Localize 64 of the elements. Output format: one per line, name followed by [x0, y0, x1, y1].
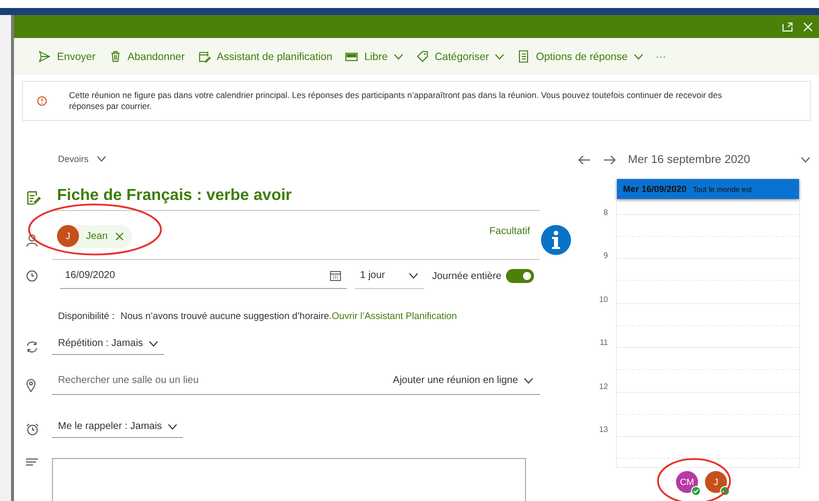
all-day-label: Journée entière — [432, 270, 502, 282]
notepad-edit-icon — [26, 190, 41, 204]
hour-label: 12 — [599, 382, 608, 391]
info-icon[interactable] — [541, 225, 571, 255]
person-icon — [26, 234, 38, 247]
chevron-down-icon — [96, 156, 106, 162]
alarm-clock-icon — [26, 423, 39, 436]
optional-link[interactable]: Facultatif — [489, 220, 530, 236]
hour-label: 8 — [604, 208, 608, 217]
chevron-down-icon — [801, 157, 810, 163]
title-field[interactable]: Fiche de Français : verbe avoir — [52, 184, 540, 210]
chevron-down-icon — [168, 424, 177, 430]
toolbar-button[interactable]: ··· — [656, 50, 666, 62]
toolbar-button[interactable]: Options de réponse — [516, 50, 643, 63]
tag-icon — [416, 50, 429, 63]
next-arrow-icon[interactable] — [603, 155, 616, 165]
toolbar-button[interactable]: Libre — [345, 50, 403, 63]
date-field[interactable]: 16/09/2020 — [60, 264, 347, 288]
available-check-icon — [691, 486, 701, 496]
duration-dropdown[interactable]: 1 jour — [355, 264, 424, 288]
availability-label: Disponibilité : — [58, 311, 114, 322]
all-day-toggle[interactable] — [506, 269, 534, 283]
popout-icon[interactable] — [782, 22, 793, 32]
attendee-chip[interactable]: J Jean — [57, 224, 132, 248]
calendar-dropdown[interactable]: Devoirs — [58, 154, 106, 164]
previous-arrow-icon[interactable] — [578, 155, 591, 165]
close-icon[interactable] — [803, 22, 813, 32]
hour-label: 13 — [599, 424, 608, 434]
online-meeting-dropdown[interactable]: Ajouter une réunion en ligne — [392, 375, 533, 386]
repeat-icon — [26, 340, 38, 352]
remove-icon[interactable] — [114, 232, 124, 240]
chevron-down-icon — [634, 54, 643, 60]
list-options-icon — [516, 50, 530, 63]
hour-label: 11 — [600, 338, 608, 348]
notice-text: Cette réunion ne figure pas dans votre calendrier principal. Les réponses des participants n’apparaîtront pas dans la réunion. Vous pouvez toutefois continuer de recevoir des réponses par courrier. — [69, 90, 724, 112]
toolbar-button[interactable]: Abandonner — [108, 50, 185, 63]
attendee-name: Jean — [86, 230, 108, 242]
trash-icon — [108, 50, 122, 63]
send-icon — [38, 50, 51, 63]
location-pin-icon — [26, 378, 36, 392]
chevron-down-icon — [524, 378, 533, 384]
clock-icon — [26, 270, 38, 282]
availability-message: Nous n’avons trouvé aucune suggestion d’horaire.Ouvrir l’Assistant Planification — [120, 311, 457, 322]
chevron-down-icon — [409, 272, 418, 278]
reminder-dropdown[interactable]: Me le rappeler : Jamais — [52, 421, 183, 438]
repeat-dropdown[interactable]: Répétition : Jamais — [52, 338, 164, 355]
chevron-down-icon — [494, 54, 504, 60]
chevron-down-icon — [394, 54, 403, 60]
hour-label: 9 — [604, 251, 608, 260]
avatar: J — [57, 225, 79, 247]
status-bar-icon — [345, 50, 358, 63]
text-lines-icon — [26, 458, 38, 467]
toolbar-button[interactable]: Assistant de planification — [198, 50, 332, 63]
calendar-edit-icon — [198, 50, 211, 63]
toolbar-button[interactable]: Catégoriser — [416, 50, 504, 63]
scheduling-assistant-link[interactable]: Ouvrir l’Assistant Planification — [332, 311, 457, 322]
avatar: J — [705, 471, 727, 494]
hour-label: 10 — [599, 294, 608, 304]
calendar-date: Mer 16 septembre 2020 — [628, 154, 752, 166]
calendar-icon — [330, 270, 341, 281]
info-icon — [37, 96, 47, 106]
chevron-down-icon — [149, 340, 158, 346]
avatar: CM — [676, 471, 698, 494]
toolbar-button[interactable]: Envoyer — [38, 50, 96, 63]
